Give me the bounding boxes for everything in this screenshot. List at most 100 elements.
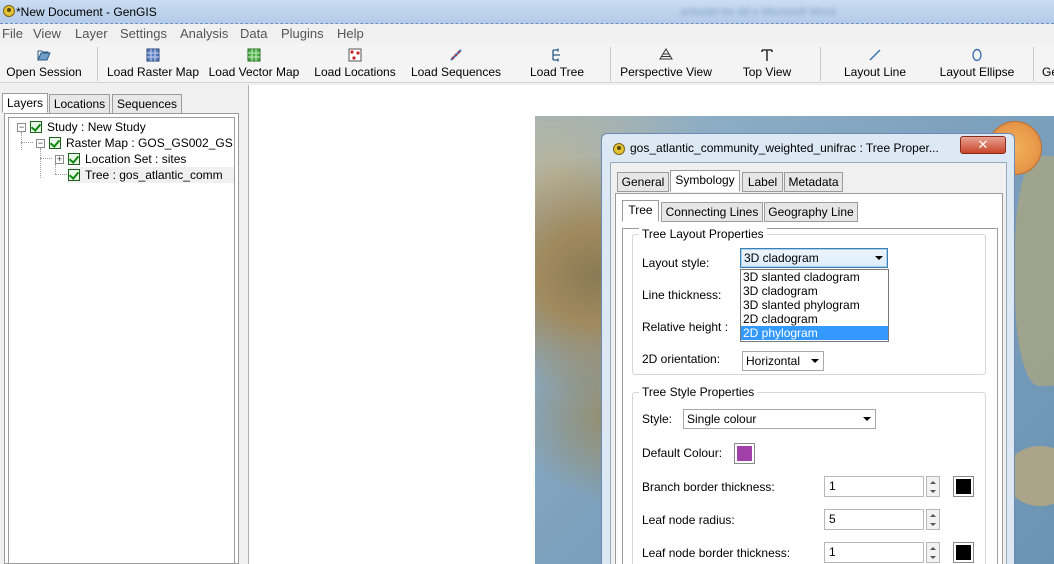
expand-location-set-icon[interactable]: + (55, 155, 64, 164)
spin-down-icon (930, 523, 936, 526)
branch-border-stepper[interactable] (926, 476, 940, 497)
layout-option[interactable]: 2D cladogram (741, 312, 888, 326)
more-toolbar-button[interactable]: Ge (1036, 43, 1054, 83)
orientation-select[interactable]: Horizontal (742, 351, 824, 371)
layout-ellipse-icon (972, 48, 982, 62)
layer-raster-map[interactable]: Raster Map : GOS_GS002_GS (49, 135, 233, 151)
leaf-border-colour-picker[interactable] (953, 542, 974, 563)
chevron-down-icon (875, 256, 883, 260)
layer-tree-item[interactable]: Tree : gos_atlantic_comm (68, 167, 234, 183)
menubar: File View Layer Settings Analysis Data P… (0, 24, 1054, 43)
tab-locations[interactable]: Locations (49, 94, 110, 114)
chevron-down-icon (811, 359, 819, 363)
style-label: Style: (642, 412, 673, 426)
chevron-down-icon (863, 417, 871, 421)
gengis-app-icon (613, 143, 625, 155)
group-legend: Tree Layout Properties (639, 227, 767, 241)
tab-symbology[interactable]: Symbology (670, 170, 740, 192)
top-view-button[interactable]: Top View (730, 43, 804, 83)
menu-analysis[interactable]: Analysis (180, 26, 228, 41)
layout-option[interactable]: 3D slanted phylogram (741, 298, 888, 312)
toolbar-separator (97, 47, 98, 81)
load-locations-button[interactable]: Load Locations (310, 43, 400, 83)
group-legend: Tree Style Properties (639, 385, 758, 399)
sequences-icon (450, 49, 462, 61)
tab-general[interactable]: General (617, 172, 669, 192)
menu-layer[interactable]: Layer (75, 26, 108, 41)
load-tree-button[interactable]: Load Tree (518, 43, 596, 83)
menu-help[interactable]: Help (337, 26, 364, 41)
layout-style-dropdown: 3D slanted cladogram 3D cladogram 3D sla… (740, 269, 889, 342)
leaf-radius-label: Leaf node radius: (642, 513, 735, 527)
layer-visible-checkbox[interactable] (30, 121, 42, 133)
menu-settings[interactable]: Settings (120, 26, 167, 41)
spin-up-icon (930, 514, 936, 517)
menu-view[interactable]: View (33, 26, 61, 41)
collapse-raster-icon[interactable]: − (36, 139, 45, 148)
load-raster-map-button[interactable]: Load Raster Map (105, 43, 201, 83)
window-titlebar: *New Document - GenGIS anbuder'es dd o M… (0, 0, 1054, 24)
spin-up-icon (930, 547, 936, 550)
layout-option[interactable]: 3D slanted cladogram (741, 270, 888, 284)
tab-label[interactable]: Label (742, 172, 783, 192)
leaf-border-stepper[interactable] (926, 542, 940, 563)
left-panel: Layers Locations Sequences − Study : New… (0, 85, 243, 564)
spin-down-icon (930, 490, 936, 493)
tree-icon (552, 48, 560, 62)
leaf-radius-stepper[interactable] (926, 509, 940, 530)
main-toolbar: Open Session Load Raster Map Load Vector… (0, 43, 1054, 83)
leaf-border-label: Leaf node border thickness: (642, 546, 791, 560)
layout-style-label: Layout style: (642, 256, 710, 270)
layout-style-select[interactable]: 3D cladogram (740, 248, 888, 268)
dialog-titlebar: gos_atlantic_community_weighted_unifrac … (602, 134, 1014, 162)
tree-properties-dialog: gos_atlantic_community_weighted_unifrac … (601, 133, 1015, 564)
layout-option-highlighted[interactable]: 2D phylogram (741, 326, 888, 340)
layer-visible-checkbox[interactable] (68, 153, 80, 165)
load-sequences-button[interactable]: Load Sequences (406, 43, 506, 83)
branch-border-label: Branch border thickness: (642, 480, 775, 494)
tab-layers[interactable]: Layers (2, 93, 48, 113)
spin-up-icon (930, 481, 936, 484)
layout-line-icon (869, 49, 881, 61)
close-button[interactable]: ✕ (960, 136, 1006, 154)
window-title: *New Document - GenGIS (16, 5, 157, 19)
default-colour-picker[interactable] (734, 443, 755, 464)
open-session-button[interactable]: Open Session (0, 43, 88, 83)
open-session-icon (37, 50, 51, 61)
layer-location-set[interactable]: Location Set : sites (68, 151, 186, 167)
relative-height-label: Relative height : (642, 320, 729, 334)
style-select[interactable]: Single colour (683, 409, 876, 429)
subtab-geography-line[interactable]: Geography Line (764, 202, 858, 222)
menu-plugins[interactable]: Plugins (281, 26, 324, 41)
layout-option[interactable]: 3D cladogram (741, 284, 888, 298)
subtab-connecting-lines[interactable]: Connecting Lines (661, 202, 763, 222)
locations-icon (348, 48, 362, 62)
default-colour-label: Default Colour: (642, 446, 723, 460)
toolbar-separator (1033, 47, 1034, 81)
menu-file[interactable]: File (2, 26, 23, 41)
perspective-view-button[interactable]: Perspective View (614, 43, 718, 83)
menu-data[interactable]: Data (240, 26, 267, 41)
dialog-title: gos_atlantic_community_weighted_unifrac … (630, 141, 939, 155)
tab-sequences[interactable]: Sequences (112, 94, 182, 114)
branch-border-input[interactable]: 1 (824, 476, 924, 497)
layout-line-button[interactable]: Layout Line (832, 43, 918, 83)
layer-visible-checkbox[interactable] (49, 137, 61, 149)
subtab-tree[interactable]: Tree (622, 200, 659, 222)
layer-study[interactable]: Study : New Study (30, 119, 146, 135)
line-thickness-label: Line thickness: (642, 288, 722, 302)
leaf-radius-input[interactable]: 5 (824, 509, 924, 530)
collapse-study-icon[interactable]: − (17, 123, 26, 132)
layers-panel: − Study : New Study − Raster Map : GOS_G… (4, 113, 239, 564)
layout-ellipse-button[interactable]: Layout Ellipse (930, 43, 1024, 83)
leaf-border-input[interactable]: 1 (824, 542, 924, 563)
toolbar-separator (820, 47, 821, 81)
branch-border-colour-picker[interactable] (953, 476, 974, 497)
top-view-icon (761, 49, 773, 61)
tab-metadata[interactable]: Metadata (784, 172, 843, 192)
perspective-icon (659, 48, 673, 60)
raster-map-icon (146, 48, 160, 62)
background-window-text: anbuder'es dd o Microsoft Word (680, 6, 836, 18)
load-vector-map-button[interactable]: Load Vector Map (205, 43, 303, 83)
layer-visible-checkbox[interactable] (68, 169, 80, 181)
